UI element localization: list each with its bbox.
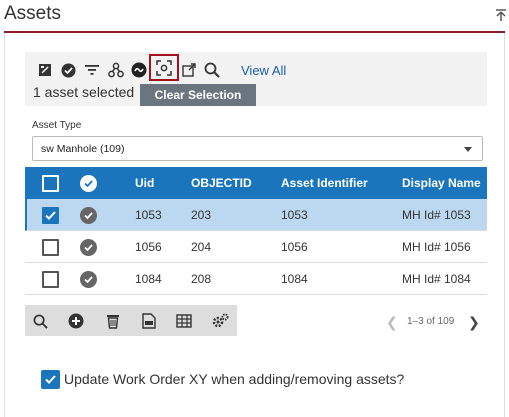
table-row[interactable]: 1053 203 1053 MH Id# 1053 [25,199,487,231]
cell-asset-identifier: 1053 [281,208,308,222]
cell-uid: 1053 [135,208,162,222]
bulk-edit-icon[interactable] [35,60,55,80]
search-icon[interactable] [30,311,50,331]
cell-uid: 1084 [135,272,162,286]
asset-type-label: Asset Type [32,120,82,131]
pagination-label: 1–3 of 109 [407,316,455,327]
table-header: Uid OBJECTID Asset Identifier Display Na… [25,167,487,199]
panel-header: Assets [0,0,509,33]
table-footer-toolbar [25,305,237,336]
collapse-icon[interactable] [496,8,506,22]
row-checkbox[interactable] [42,207,59,224]
pagination: ❮ 1–3 of 109 ❯ [380,313,490,331]
search-icon[interactable] [202,60,222,80]
settings-icon[interactable] [210,311,230,331]
row-checkbox[interactable] [42,239,59,256]
network-trace-icon[interactable] [106,60,126,80]
column-header-display-name[interactable]: Display Name [402,167,481,199]
column-header-asset-identifier[interactable]: Asset Identifier [281,167,368,199]
row-checkbox[interactable] [42,271,59,288]
cell-display-name: MH Id# 1053 [402,208,471,222]
delete-icon[interactable] [103,311,123,331]
chevron-down-icon [464,147,472,152]
cell-display-name: MH Id# 1084 [402,272,471,286]
clear-selection-tooltip: Clear Selection [140,84,256,106]
cell-asset-identifier: 1056 [281,240,308,254]
column-header-objectid[interactable]: OBJECTID [191,167,252,199]
clear-selection-button[interactable] [149,54,179,81]
cell-asset-identifier: 1084 [281,272,308,286]
export-icon[interactable] [139,311,159,331]
cell-objectid: 208 [191,272,212,286]
cell-objectid: 203 [191,208,212,222]
update-xy-label: Update Work Order XY when adding/removin… [64,371,405,387]
column-header-uid[interactable]: Uid [135,167,154,199]
check-circle-icon [80,175,97,192]
check-circle-icon[interactable] [58,60,78,80]
check-circle-icon [80,207,97,224]
table-row[interactable]: 1056 204 1056 MH Id# 1056 [25,231,487,263]
chevron-right-icon[interactable]: ❯ [468,314,480,331]
cell-display-name: MH Id# 1056 [402,240,471,254]
filter-icon[interactable] [82,60,102,80]
chevron-left-icon[interactable]: ❮ [386,314,398,331]
cell-objectid: 204 [191,240,212,254]
asset-type-value: sw Manhole (109) [41,143,125,155]
table-row[interactable]: 1084 208 1084 MH Id# 1084 [25,263,487,295]
selected-count: 1 asset selected [33,84,135,100]
clear-selection-icon [156,59,172,76]
check-circle-icon [80,239,97,256]
table-icon[interactable] [174,311,194,331]
check-circle-icon [80,271,97,288]
panel-title: Assets [4,3,62,24]
open-external-icon[interactable] [179,60,199,80]
update-xy-checkbox[interactable] [41,370,60,389]
select-all-checkbox[interactable] [42,175,59,192]
add-icon[interactable] [66,311,86,331]
view-all-link[interactable]: View All [241,63,286,78]
assets-panel: Assets View All 1 asset selected Clear S… [0,0,509,417]
cell-uid: 1056 [135,240,162,254]
asset-type-select[interactable]: sw Manhole (109) [32,136,483,161]
link-icon[interactable] [129,60,149,80]
assets-toolbar: View All 1 asset selected [25,52,487,106]
